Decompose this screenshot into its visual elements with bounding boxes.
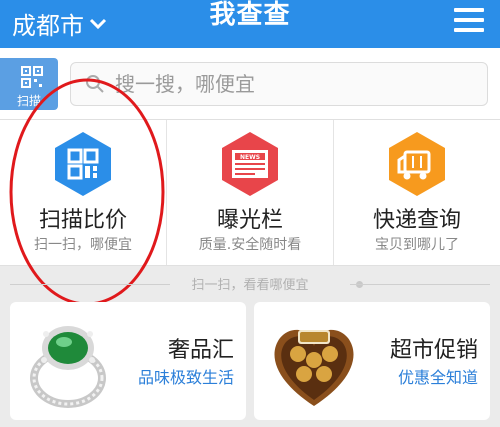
feature-express[interactable]: 快递查询 宝贝到哪儿了 xyxy=(334,120,500,265)
barcode-icon xyxy=(55,132,111,196)
card-title: 奢品汇 xyxy=(167,338,234,363)
card-title: 超市促销 xyxy=(389,338,478,363)
feature-scan-compare[interactable]: 扫描比价 扫一扫，哪便宜 xyxy=(0,120,167,265)
feature-subtitle: 质量.安全随时看 xyxy=(198,237,302,253)
feature-name: 曝光栏 xyxy=(216,208,283,233)
scan-label: 扫描 xyxy=(16,94,41,108)
card-subtitle: 品味极致生活 xyxy=(137,368,234,387)
news-icon: NEWS xyxy=(222,132,278,196)
feature-name: 快递查询 xyxy=(372,208,461,233)
scan-button[interactable]: 扫描 xyxy=(0,58,58,110)
section-divider: 扫一扫，看看哪便宜 xyxy=(0,266,500,302)
feature-exposure[interactable]: NEWS 曝光栏 质量.安全随时看 xyxy=(167,120,334,265)
search-field[interactable] xyxy=(70,62,488,106)
search-icon xyxy=(86,75,104,93)
qr-code-icon xyxy=(21,66,43,88)
card-luxury[interactable]: 奢品汇 品味极致生活 xyxy=(10,302,246,420)
ring-image xyxy=(30,326,106,408)
search-input[interactable] xyxy=(115,72,475,96)
feature-subtitle: 扫一扫，哪便宜 xyxy=(34,237,132,253)
feature-grid: 扫描比价 扫一扫，哪便宜 NEWS 曝光栏 质量.安全随时看 快递查询 宝贝到哪… xyxy=(0,120,500,266)
feature-subtitle: 宝贝到哪儿了 xyxy=(375,237,459,253)
app-title: 我查查 xyxy=(209,0,291,30)
menu-icon[interactable] xyxy=(454,8,484,34)
svg-text:NEWS: NEWS xyxy=(240,154,260,161)
search-bar: 扫描 xyxy=(0,48,500,120)
chocolate-box-image xyxy=(274,329,354,406)
card-supermarket[interactable]: 超市促销 优惠全知道 xyxy=(254,302,490,420)
card-subtitle: 优惠全知道 xyxy=(397,368,478,387)
feature-name: 扫描比价 xyxy=(38,208,127,233)
top-bar: 成都市 我查查 xyxy=(0,0,500,48)
truck-icon xyxy=(389,132,445,196)
